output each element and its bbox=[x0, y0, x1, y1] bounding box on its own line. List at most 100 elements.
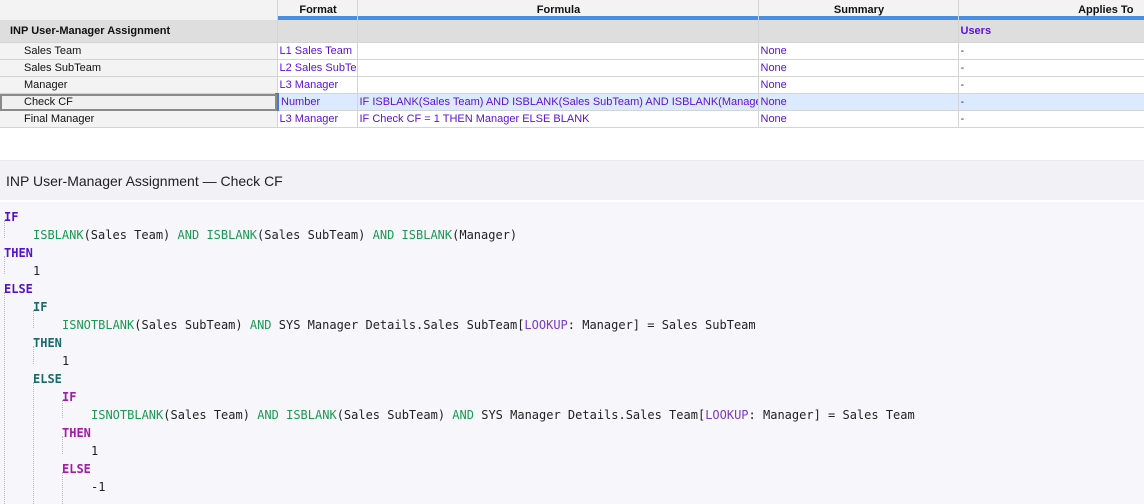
row-format[interactable]: L3 Manager bbox=[277, 76, 358, 94]
table-row[interactable]: Sales Team L1 Sales Team None - bbox=[0, 42, 1144, 60]
keyword-then: THEN bbox=[33, 336, 62, 350]
reference-manager: (Manager) bbox=[452, 228, 518, 242]
keyword-else: ELSE bbox=[4, 282, 33, 296]
keyword-if: IF bbox=[4, 210, 19, 224]
code-line: ELSE bbox=[4, 280, 33, 298]
header-summary[interactable]: Summary bbox=[758, 0, 959, 20]
header-blank bbox=[0, 0, 278, 20]
group-summary-cell[interactable] bbox=[758, 20, 959, 43]
operator-and: AND bbox=[452, 408, 474, 422]
group-format-cell[interactable] bbox=[277, 20, 358, 43]
code-line: ISNOTBLANK(Sales SubTeam) AND SYS Manage… bbox=[62, 316, 756, 334]
code-line: ISNOTBLANK(Sales Team) AND ISBLANK(Sales… bbox=[91, 406, 915, 424]
code-line: -1 bbox=[91, 478, 105, 496]
keyword-else: ELSE bbox=[33, 372, 62, 386]
indent-guide bbox=[4, 292, 5, 504]
row-summary[interactable]: None bbox=[758, 59, 959, 77]
row-applies-to[interactable]: - bbox=[958, 76, 1144, 94]
row-formula[interactable]: IF Check CF = 1 THEN Manager ELSE BLANK bbox=[357, 110, 759, 128]
header-format[interactable]: Format bbox=[277, 0, 358, 20]
function-isnotblank: ISNOTBLANK bbox=[91, 408, 164, 422]
value-one: 1 bbox=[62, 354, 70, 368]
row-applies-to[interactable]: - bbox=[958, 59, 1144, 77]
operator-and: AND bbox=[177, 228, 200, 242]
row-summary[interactable]: None bbox=[758, 76, 959, 94]
keyword-then: THEN bbox=[62, 426, 91, 440]
row-format[interactable]: L3 Manager bbox=[277, 110, 358, 128]
code-line: THEN bbox=[4, 244, 33, 262]
reference-sales-team: (Sales Team) bbox=[163, 408, 250, 422]
reference-sales-team: (Sales Team) bbox=[83, 228, 171, 242]
operator-and: AND bbox=[372, 228, 395, 242]
value-one: 1 bbox=[91, 444, 99, 458]
code-line: 1 bbox=[33, 262, 40, 280]
function-isnotblank: ISNOTBLANK bbox=[62, 318, 135, 332]
value-minus-one: -1 bbox=[91, 480, 106, 494]
group-formula-cell[interactable] bbox=[357, 20, 759, 43]
function-isblank: ISBLANK bbox=[206, 228, 258, 242]
line-items-table: Format Formula Summary Applies To INP Us… bbox=[0, 0, 1144, 128]
keyword-else: ELSE bbox=[62, 462, 91, 476]
row-format[interactable]: L1 Sales Team bbox=[277, 42, 358, 60]
formula-code-view[interactable]: IF ISBLANK(Sales Team) AND ISBLANK(Sales… bbox=[0, 202, 1144, 504]
reference-sales-subteam: (Sales SubTeam) bbox=[257, 228, 366, 242]
row-applies-to[interactable]: - bbox=[958, 93, 1144, 111]
code-line: THEN bbox=[33, 334, 62, 352]
table-row[interactable]: Manager L3 Manager None - bbox=[0, 76, 1144, 94]
row-name[interactable]: Manager bbox=[0, 76, 278, 94]
code-line: IF bbox=[62, 388, 76, 406]
operator-and: AND bbox=[257, 408, 279, 422]
row-name[interactable]: Sales Team bbox=[0, 42, 278, 60]
group-name[interactable]: INP User-Manager Assignment bbox=[0, 20, 278, 43]
operator-and: AND bbox=[249, 318, 272, 332]
function-isblank: ISBLANK bbox=[401, 228, 453, 242]
code-line: 1 bbox=[62, 352, 69, 370]
header-formula[interactable]: Formula bbox=[357, 0, 759, 20]
row-formula[interactable] bbox=[357, 76, 759, 94]
table-row[interactable]: Final Manager L3 Manager IF Check CF = 1… bbox=[0, 110, 1144, 128]
lookup-tail: : Manager] = Sales Team bbox=[748, 408, 915, 422]
code-line: THEN bbox=[62, 424, 91, 442]
reference-sys-subteam: SYS Manager Details.Sales SubTeam[ bbox=[278, 318, 525, 332]
lookup-tail: : Manager] = Sales SubTeam bbox=[567, 318, 756, 332]
group-applies-to[interactable]: Users bbox=[958, 20, 1144, 43]
indent-guide bbox=[33, 382, 34, 504]
keyword-then: THEN bbox=[4, 246, 33, 260]
keyword-lookup: LOOKUP bbox=[524, 318, 568, 332]
keyword-if: IF bbox=[62, 390, 77, 404]
row-name[interactable]: Sales SubTeam bbox=[0, 59, 278, 77]
function-isblank: ISBLANK bbox=[286, 408, 337, 422]
row-name[interactable]: Final Manager bbox=[0, 110, 278, 128]
code-line: IF bbox=[4, 208, 18, 226]
code-line: ELSE bbox=[33, 370, 62, 388]
formula-panel-header: INP User-Manager Assignment — Check CF bbox=[0, 160, 1144, 200]
row-format[interactable]: Number bbox=[275, 93, 358, 111]
row-name[interactable]: Check CF bbox=[0, 93, 278, 111]
header-row: Format Formula Summary Applies To bbox=[0, 0, 1144, 20]
keyword-lookup: LOOKUP bbox=[705, 408, 749, 422]
formula-panel-title: INP User-Manager Assignment — Check CF bbox=[6, 172, 283, 189]
row-formula[interactable] bbox=[357, 59, 759, 77]
line-items-grid: Format Formula Summary Applies To INP Us… bbox=[0, 0, 1144, 128]
code-line: IF bbox=[33, 298, 47, 316]
reference-sales-subteam: (Sales SubTeam) bbox=[134, 318, 243, 332]
row-format[interactable]: L2 Sales SubTe bbox=[277, 59, 358, 77]
code-line: ISBLANK(Sales Team) AND ISBLANK(Sales Su… bbox=[33, 226, 517, 244]
table-row-selected[interactable]: Check CF Number IF ISBLANK(Sales Team) A… bbox=[0, 93, 1144, 111]
row-summary[interactable]: None bbox=[758, 93, 959, 111]
reference-sys-team: SYS Manager Details.Sales Team[ bbox=[481, 408, 706, 422]
table-row[interactable]: Sales SubTeam L2 Sales SubTe None - bbox=[0, 59, 1144, 77]
row-summary[interactable]: None bbox=[758, 42, 959, 60]
function-isblank: ISBLANK bbox=[33, 228, 84, 242]
keyword-if: IF bbox=[33, 300, 48, 314]
code-line: 1 bbox=[91, 442, 98, 460]
reference-sales-subteam: (Sales SubTeam) bbox=[336, 408, 446, 422]
header-applies-to[interactable]: Applies To bbox=[958, 0, 1144, 20]
group-row[interactable]: INP User-Manager Assignment Users bbox=[0, 20, 1144, 43]
row-formula[interactable]: IF ISBLANK(Sales Team) AND ISBLANK(Sales… bbox=[357, 93, 759, 111]
row-applies-to[interactable]: - bbox=[958, 42, 1144, 60]
row-formula[interactable] bbox=[357, 42, 759, 60]
code-line: ELSE bbox=[62, 460, 91, 478]
row-applies-to[interactable]: - bbox=[958, 110, 1144, 128]
row-summary[interactable]: None bbox=[758, 110, 959, 128]
